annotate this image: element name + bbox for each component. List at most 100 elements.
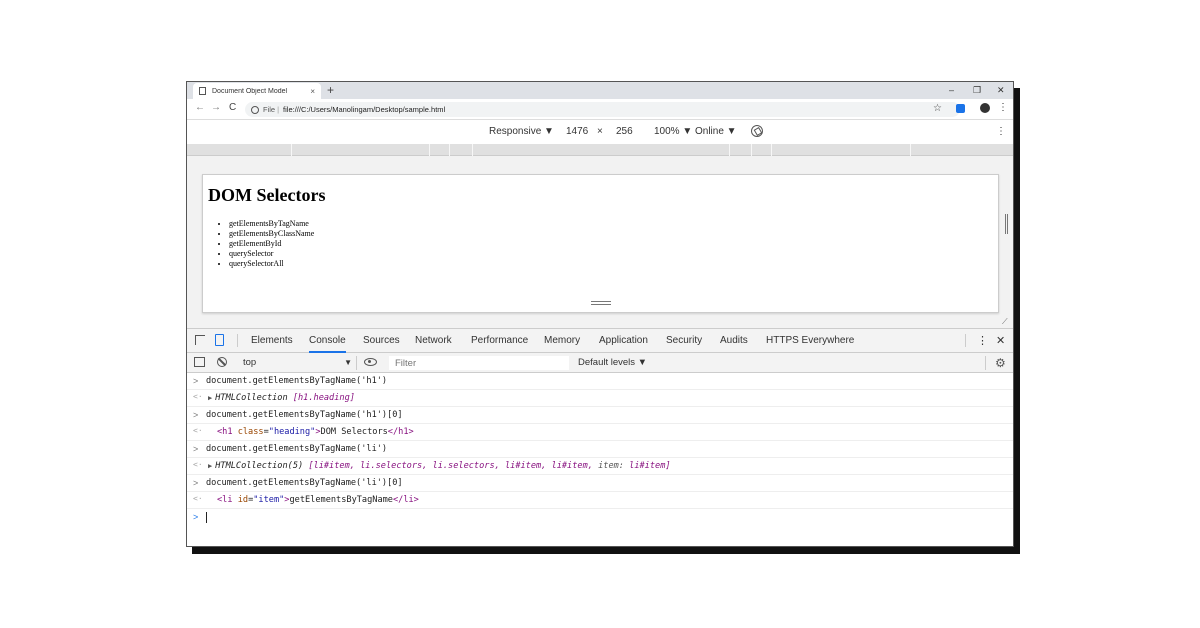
console-result-line: <· <h1 class="heading">DOM Selectors</h1… (187, 424, 1013, 441)
context-value: top (243, 357, 257, 368)
devtools-split-handle[interactable] (591, 301, 611, 305)
forward-button[interactable]: → (211, 102, 221, 113)
log-levels-select[interactable]: Default levels ▼ (578, 357, 647, 368)
tab-performance[interactable]: Performance (471, 335, 528, 346)
devtools-close-icon[interactable]: ✕ (996, 334, 1005, 347)
viewport-width-input[interactable]: 1476 (566, 126, 588, 137)
console-output[interactable]: > document.getElementsByTagName('h1') <·… (187, 373, 1013, 546)
page-viewport: DOM Selectors getElementsByTagName getEl… (202, 174, 999, 313)
url-scheme: File (263, 105, 276, 114)
result-symbol: <· (193, 426, 203, 435)
list-item: getElementsByTagName (229, 219, 314, 229)
console-result[interactable]: <h1 class="heading">DOM Selectors</h1> (217, 427, 414, 437)
tab-close-icon[interactable]: × (310, 87, 315, 96)
rotate-icon[interactable] (751, 125, 763, 137)
devtools-tabbar: Elements Console Sources Network Perform… (187, 328, 1013, 353)
extension-icon[interactable] (956, 104, 965, 113)
viewport-height-input[interactable]: 256 (616, 126, 633, 137)
prompt-symbol: > (193, 376, 199, 386)
console-toolbar: top ▼ Default levels ▼ ⚙ (187, 353, 1013, 373)
divider (965, 334, 966, 347)
console-result-line: <· <li id="item">getElementsByTagName</l… (187, 492, 1013, 509)
close-window-button[interactable]: ✕ (997, 83, 1005, 97)
console-sidebar-icon[interactable] (194, 357, 205, 367)
text-cursor (206, 512, 207, 523)
page-heading: DOM Selectors (208, 185, 326, 205)
dimension-times: × (597, 126, 603, 137)
corner-resize-grip[interactable]: ⟋ (1002, 317, 1008, 327)
live-expression-icon[interactable] (364, 358, 377, 366)
settings-gear-icon[interactable]: ⚙ (995, 356, 1006, 370)
devtools-menu-icon[interactable]: ⋮ (977, 334, 988, 347)
inspect-icon[interactable] (195, 335, 205, 345)
prompt-symbol: > (193, 478, 199, 488)
url-text[interactable]: file:///C:/Users/Manolingam/Desktop/samp… (283, 105, 445, 114)
device-mode-select[interactable]: Responsive ▼ (489, 126, 554, 137)
tab-elements[interactable]: Elements (251, 335, 293, 346)
list-item: querySelector (229, 249, 314, 259)
minimize-button[interactable]: – (949, 83, 954, 97)
list-item: getElementsByClassName (229, 229, 314, 239)
expand-triangle-icon[interactable]: ▶ (208, 462, 212, 470)
device-toolbar-menu-icon[interactable]: ⋮ (996, 126, 1006, 137)
result-symbol: <· (193, 392, 203, 401)
tab-security[interactable]: Security (666, 335, 702, 346)
prompt-symbol: > (193, 410, 199, 420)
device-toggle-icon[interactable] (215, 334, 224, 346)
console-result[interactable]: ▶ HTMLCollection(5) [li#item, li.selector… (208, 461, 671, 471)
selector-list: getElementsByTagName getElementsByClassN… (229, 219, 314, 269)
address-bar[interactable]: File | file:///C:/Users/Manolingam/Deskt… (245, 102, 960, 117)
back-button[interactable]: ← (195, 102, 205, 113)
context-select[interactable]: top ▼ (239, 356, 357, 370)
result-symbol: <· (193, 494, 203, 503)
tab-strip: Document Object Model × + – ❐ ✕ (187, 82, 1013, 99)
console-command: document.getElementsByTagName('h1') (206, 376, 388, 386)
tab-https-everywhere[interactable]: HTTPS Everywhere (766, 335, 854, 346)
tab-application[interactable]: Application (599, 335, 648, 346)
bookmark-star-icon[interactable]: ☆ (933, 103, 942, 114)
browser-tab[interactable]: Document Object Model × (193, 83, 321, 99)
result-symbol: <· (193, 460, 203, 469)
console-result[interactable]: ▶ HTMLCollection [h1.heading] (208, 393, 355, 403)
console-input-line: > document.getElementsByTagName('li')[0] (187, 475, 1013, 492)
console-filter-input[interactable] (389, 356, 569, 370)
info-icon[interactable] (251, 105, 259, 114)
clear-console-icon[interactable] (217, 357, 227, 367)
tab-network[interactable]: Network (415, 335, 452, 346)
console-command: document.getElementsByTagName('li') (206, 444, 388, 454)
console-command: document.getElementsByTagName('li')[0] (206, 478, 403, 488)
console-input-line: > document.getElementsByTagName('h1') (187, 373, 1013, 390)
console-result-line: <· ▶ HTMLCollection(5) [li#item, li.selec… (187, 458, 1013, 475)
new-tab-button[interactable]: + (327, 83, 334, 97)
console-command: document.getElementsByTagName('h1')[0] (206, 410, 403, 420)
list-item: getElementById (229, 239, 314, 249)
device-toolbar: Responsive ▼ 1476 × 256 100% ▼ Online ▼ … (187, 120, 1013, 144)
tab-audits[interactable]: Audits (720, 335, 748, 346)
tab-console[interactable]: Console (309, 335, 346, 353)
restore-button[interactable]: ❐ (973, 83, 981, 97)
tab-memory[interactable]: Memory (544, 335, 580, 346)
prompt-symbol: > (193, 444, 199, 454)
chevron-down-icon: ▼ (344, 358, 352, 367)
divider (237, 334, 238, 347)
network-throttle-select[interactable]: Online ▼ (695, 126, 737, 137)
expand-triangle-icon[interactable]: ▶ (208, 394, 212, 402)
tab-sources[interactable]: Sources (363, 335, 400, 346)
viewport-resize-handle[interactable] (1005, 214, 1008, 234)
media-query-bar[interactable] (187, 144, 1013, 156)
url-separator: | (277, 105, 280, 114)
zoom-select[interactable]: 100% ▼ (654, 126, 692, 137)
account-icon[interactable] (980, 103, 990, 113)
address-row: ← → C File | file:///C:/Users/Manolingam… (187, 99, 1013, 120)
reload-button[interactable]: C (229, 102, 236, 113)
list-item: querySelectorAll (229, 259, 314, 269)
browser-window: Document Object Model × + – ❐ ✕ ← → C Fi… (186, 81, 1014, 547)
console-result[interactable]: <li id="item">getElementsByTagName</li> (217, 495, 419, 505)
divider (985, 356, 986, 370)
document-icon (199, 87, 206, 95)
tab-title: Document Object Model (212, 87, 288, 95)
viewport-area: DOM Selectors getElementsByTagName getEl… (187, 156, 1013, 328)
console-input-line: > document.getElementsByTagName('h1')[0] (187, 407, 1013, 424)
browser-menu-icon[interactable]: ⋮ (998, 102, 1008, 113)
console-prompt-line[interactable]: > (187, 509, 1013, 526)
